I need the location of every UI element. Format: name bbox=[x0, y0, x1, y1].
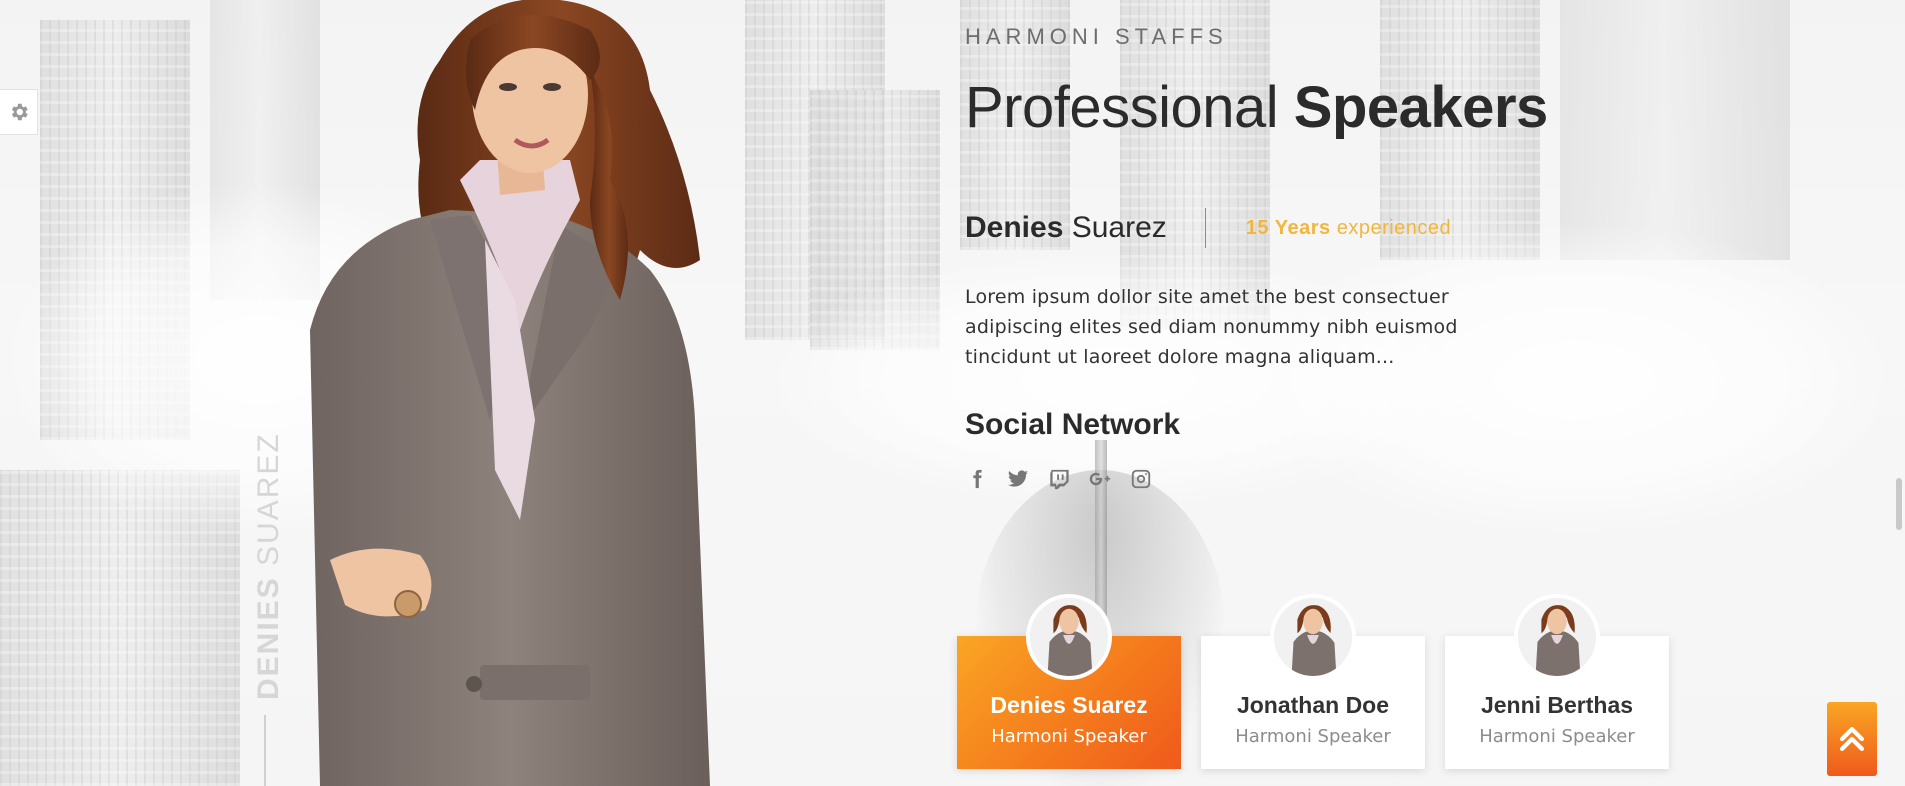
experience-years: 15 Years bbox=[1245, 216, 1331, 239]
speaker-first-name: Denies bbox=[965, 211, 1064, 244]
section-eyebrow: HARMONI STAFFS bbox=[965, 24, 1228, 49]
card-name: Denies Suarez bbox=[990, 692, 1148, 718]
back-to-top-button[interactable] bbox=[1827, 702, 1877, 776]
vertical-last-name: SUAREZ bbox=[252, 432, 285, 566]
avatar bbox=[1270, 594, 1356, 680]
speaker-card-denies-suarez[interactable]: Denies Suarez Harmoni Speaker bbox=[957, 594, 1181, 769]
page-scrollbar[interactable] bbox=[1896, 478, 1902, 530]
card-name: Jenni Berthas bbox=[1480, 692, 1634, 718]
section-title-bold: Speakers bbox=[1293, 75, 1548, 140]
twitch-icon[interactable] bbox=[1047, 466, 1071, 492]
section-title-light: Professional bbox=[965, 75, 1279, 140]
speaker-photo bbox=[310, 0, 710, 786]
vertical-speaker-name: DENIES SUAREZ bbox=[252, 432, 286, 700]
social-links bbox=[965, 466, 1153, 492]
vertical-first-name: DENIES bbox=[252, 576, 285, 700]
gear-icon bbox=[11, 103, 28, 121]
vertical-divider bbox=[264, 715, 266, 786]
name-divider bbox=[1204, 208, 1206, 248]
avatar bbox=[1026, 594, 1112, 680]
google-plus-icon[interactable] bbox=[1088, 466, 1112, 492]
twitter-icon[interactable] bbox=[1006, 466, 1030, 492]
social-network-title: Social Network bbox=[965, 408, 1181, 441]
speaker-description: Lorem ipsum dollor site amet the best co… bbox=[965, 286, 1458, 368]
card-role: Harmoni Speaker bbox=[1479, 726, 1635, 747]
instagram-icon[interactable] bbox=[1129, 466, 1153, 492]
avatar bbox=[1514, 594, 1600, 680]
card-role: Harmoni Speaker bbox=[1235, 726, 1391, 747]
experience-label: 15 Years experienced bbox=[1246, 217, 1451, 240]
double-chevron-up-icon bbox=[1839, 726, 1865, 752]
settings-button[interactable] bbox=[0, 89, 38, 135]
speaker-name-row: Denies Suarez 15 Years experienced bbox=[965, 208, 1451, 248]
speaker-card-jonathan-doe[interactable]: Jonathan Doe Harmoni Speaker bbox=[1201, 594, 1425, 769]
section-title: Professional Speakers bbox=[965, 74, 1548, 141]
facebook-icon[interactable] bbox=[965, 466, 989, 492]
speaker-card-jenni-berthas[interactable]: Jenni Berthas Harmoni Speaker bbox=[1445, 594, 1669, 769]
card-name: Jonathan Doe bbox=[1236, 692, 1390, 718]
experience-text: experienced bbox=[1336, 216, 1452, 239]
speaker-name: Denies Suarez bbox=[965, 211, 1167, 245]
speaker-last-name: Suarez bbox=[1071, 211, 1167, 244]
card-role: Harmoni Speaker bbox=[991, 726, 1147, 747]
